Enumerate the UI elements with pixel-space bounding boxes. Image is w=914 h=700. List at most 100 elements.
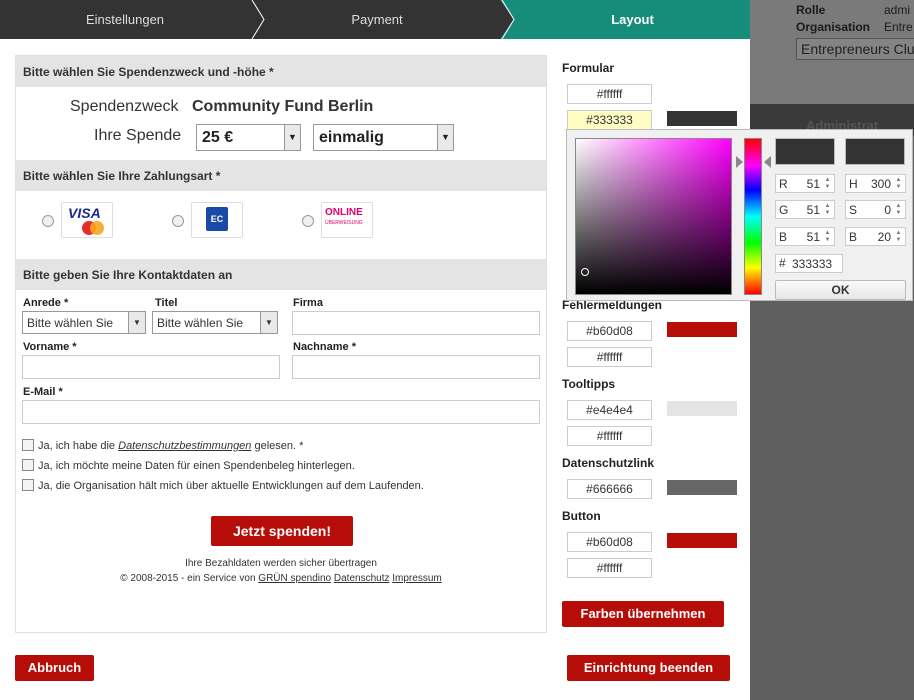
button-bg-input[interactable]: #b60d08: [567, 532, 652, 552]
spinner-icon[interactable]: ▲ ▼: [894, 203, 903, 217]
footer-link-privacy[interactable]: Datenschutz: [334, 573, 390, 584]
payment-radio-online[interactable]: [302, 215, 314, 227]
visa-logo-text: VISA: [68, 205, 101, 221]
form-preview: Bitte wählen Sie Spendenzweck und -höhe …: [15, 55, 547, 633]
online-logo-subtext: ÜBERWEISUNG: [325, 220, 363, 226]
sv-cursor-icon[interactable]: [581, 268, 589, 276]
setup-wizard-dialog: Einstellungen Payment Layout Bitte wähle…: [0, 0, 750, 700]
donation-label: Ihre Spende: [94, 127, 182, 144]
email-label: E-Mail *: [23, 386, 63, 398]
salutation-label: Anrede *: [23, 297, 69, 309]
footer-copyright-text: © 2008-2015 - ein Service von: [120, 573, 259, 584]
hue-arrow-right-icon: [764, 156, 771, 168]
online-logo-text: ONLINE: [325, 207, 363, 218]
salutation-select[interactable]: Bitte wählen Sie ▼: [22, 311, 146, 334]
title-select[interactable]: Bitte wählen Sie ▼: [152, 311, 278, 334]
button-bg-swatch[interactable]: [667, 533, 737, 548]
newsletter-checkbox-label: Ja, die Organisation hält mich über aktu…: [38, 480, 424, 492]
chevron-down-icon: ▼: [437, 125, 453, 150]
company-input[interactable]: [292, 311, 540, 335]
donate-button[interactable]: Jetzt spenden!: [211, 516, 353, 546]
saturation-field[interactable]: S 0 ▲ ▼: [845, 200, 906, 219]
spinner-icon[interactable]: ▲ ▼: [894, 177, 903, 191]
background-page: Rolle admi Organisation Entre Entreprene…: [750, 0, 914, 700]
formular-bg-input[interactable]: #ffffff: [567, 84, 652, 104]
spinner-icon[interactable]: ▲ ▼: [823, 177, 832, 191]
spinner-icon[interactable]: ▲ ▼: [823, 230, 832, 244]
tooltip-bg-swatch[interactable]: [667, 401, 737, 416]
spinner-icon[interactable]: ▲ ▼: [894, 230, 903, 244]
title-label: Titel: [155, 297, 178, 309]
error-bg-input[interactable]: #b60d08: [567, 321, 652, 341]
hue-slider[interactable]: [744, 138, 762, 295]
online-ueberweisung-logo[interactable]: ONLINE ÜBERWEISUNG: [321, 202, 373, 238]
green-field-value: 51: [806, 203, 820, 217]
footer-copyright: © 2008-2015 - ein Service von GRÜN spend…: [16, 573, 546, 584]
lastname-label: Nachname *: [293, 341, 356, 353]
step-layout[interactable]: Layout: [510, 0, 755, 39]
tooltip-bg-input[interactable]: #e4e4e4: [567, 400, 652, 420]
bg-role-label: Rolle: [796, 3, 826, 17]
formular-text-swatch[interactable]: [667, 111, 737, 126]
button-color-label: Button: [562, 509, 601, 523]
brightness-field[interactable]: B 20 ▲ ▼: [845, 227, 906, 246]
payment-radio-ec[interactable]: [172, 215, 184, 227]
privacy-checkbox[interactable]: [22, 439, 34, 451]
payment-section-header: Bitte wählen Sie Ihre Zahlungsart *: [16, 160, 546, 191]
blue-field-value: 51: [806, 230, 820, 244]
bg-role-value: admi: [884, 3, 911, 17]
privacy-link-swatch[interactable]: [667, 480, 737, 495]
newsletter-checkbox[interactable]: [22, 479, 34, 491]
chevron-down-icon: ▼: [128, 312, 145, 333]
wizard-steps: Einstellungen Payment Layout: [0, 0, 750, 39]
button-text-input[interactable]: #ffffff: [567, 558, 652, 578]
firstname-input[interactable]: [22, 355, 280, 379]
title-select-value: Bitte wählen Sie: [157, 316, 244, 330]
footer-link-imprint[interactable]: Impressum: [392, 573, 441, 584]
privacy-checkbox-prefix: Ja, ich habe die: [38, 440, 119, 452]
hex-prefix: #: [779, 256, 786, 270]
finish-setup-button[interactable]: Einrichtung beenden: [567, 655, 730, 681]
step-einstellungen[interactable]: Einstellungen: [0, 0, 250, 39]
privacy-policy-link[interactable]: Datenschutzbestimmungen: [118, 440, 251, 452]
hue-field-label: H: [849, 177, 858, 191]
frequency-select[interactable]: einmalig ▼: [313, 124, 454, 151]
hue-field[interactable]: H 300 ▲ ▼: [845, 174, 906, 193]
brightness-field-label: B: [849, 230, 858, 244]
amount-select[interactable]: 25 € ▼: [196, 124, 301, 151]
company-label: Firma: [293, 297, 323, 309]
privacy-link-input[interactable]: #666666: [567, 479, 652, 499]
spinner-icon[interactable]: ▲ ▼: [823, 203, 832, 217]
privacy-link-color-label: Datenschutzlink: [562, 456, 655, 470]
email-input[interactable]: [22, 400, 540, 424]
saturation-field-value: 0: [884, 203, 891, 217]
error-text-input[interactable]: #ffffff: [567, 347, 652, 367]
visa-mastercard-logo[interactable]: VISA: [61, 202, 113, 238]
payment-radio-card[interactable]: [42, 215, 54, 227]
mastercard-circle-orange: [90, 221, 104, 235]
ok-button[interactable]: OK: [775, 280, 906, 300]
ec-logo-mark: EC: [206, 207, 228, 231]
receipt-checkbox[interactable]: [22, 459, 34, 471]
cancel-button[interactable]: Abbruch: [15, 655, 94, 681]
purpose-label: Spendenzweck: [70, 98, 179, 115]
current-color-preview: [845, 138, 905, 165]
saturation-value-field[interactable]: [575, 138, 732, 295]
ec-lastschrift-logo[interactable]: EC: [191, 202, 243, 238]
purpose-section-header: Bitte wählen Sie Spendenzweck und -höhe …: [16, 56, 546, 87]
formular-text-input[interactable]: #333333: [567, 110, 652, 130]
blue-field[interactable]: B 51 ▲ ▼: [775, 227, 835, 246]
red-field[interactable]: R 51 ▲ ▼: [775, 174, 835, 193]
tooltip-text-input[interactable]: #ffffff: [567, 426, 652, 446]
green-field[interactable]: G 51 ▲ ▼: [775, 200, 835, 219]
bg-org-input: Entrepreneurs Clu: [796, 38, 914, 60]
lastname-input[interactable]: [292, 355, 540, 379]
receipt-checkbox-label: Ja, ich möchte meine Daten für einen Spe…: [38, 460, 355, 472]
red-field-label: R: [779, 177, 788, 191]
footer-link-service[interactable]: GRÜN spendino: [258, 573, 331, 584]
tooltip-color-label: Tooltipps: [562, 377, 616, 391]
apply-colors-button[interactable]: Farben übernehmen: [562, 601, 724, 627]
step-payment[interactable]: Payment: [252, 0, 502, 39]
error-bg-swatch[interactable]: [667, 322, 737, 337]
brightness-field-value: 20: [877, 230, 891, 244]
